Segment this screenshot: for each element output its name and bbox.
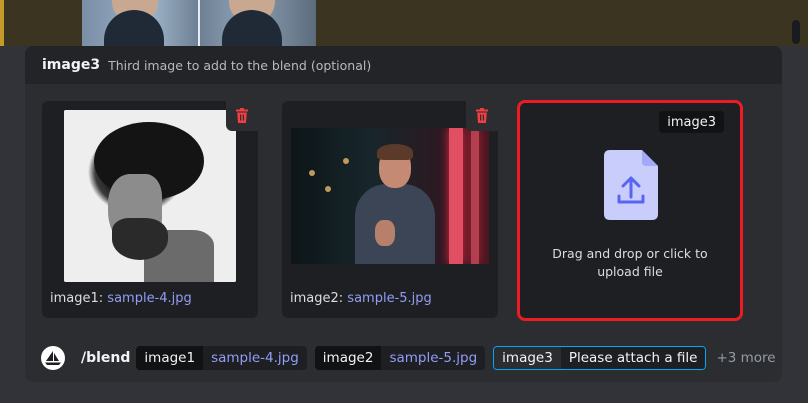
option-description: Third image to add to the blend (optiona… bbox=[108, 57, 372, 73]
option-name: image3 bbox=[42, 57, 101, 73]
sailboat-icon bbox=[45, 351, 61, 365]
upload-file-icon bbox=[604, 150, 658, 220]
option-value: sample-4.jpg bbox=[211, 350, 299, 366]
option-key: image3 bbox=[494, 347, 561, 369]
option-key: image1 bbox=[136, 346, 204, 370]
delete-attachment-button[interactable] bbox=[226, 101, 258, 131]
command-option-image2[interactable]: image2 sample-5.jpg bbox=[314, 346, 486, 370]
command-option-image1[interactable]: image1 sample-4.jpg bbox=[136, 346, 307, 370]
option-badge: image3 bbox=[659, 111, 724, 133]
delete-attachment-button[interactable] bbox=[466, 101, 498, 131]
bot-avatar bbox=[41, 346, 65, 370]
option-value: Please attach a file bbox=[560, 347, 706, 369]
option-popout: image3 Third image to add to the blend (… bbox=[25, 46, 782, 382]
trash-icon bbox=[476, 108, 488, 123]
command-option-image3[interactable]: image3 Please attach a file bbox=[493, 346, 707, 370]
blended-image-preview[interactable] bbox=[82, 0, 316, 46]
attachment-card-image2[interactable]: image2: sample-5.jpg bbox=[282, 101, 498, 318]
attachment-card-image1[interactable]: image1: sample-4.jpg bbox=[42, 101, 258, 318]
scrollbar-thumb[interactable] bbox=[792, 20, 800, 44]
option-header: image3 Third image to add to the blend (… bbox=[25, 46, 782, 84]
option-key: image2 bbox=[314, 346, 382, 370]
dropzone-instructions: Drag and drop or click to upload file bbox=[552, 246, 708, 279]
attachment-filename: sample-4.jpg bbox=[107, 291, 192, 306]
attachment-caption: image1: sample-4.jpg bbox=[50, 291, 192, 306]
message-attachment-strip bbox=[0, 0, 808, 46]
upload-dropzone[interactable]: image3 Drag and drop or click to upload … bbox=[517, 100, 743, 321]
trash-icon bbox=[236, 108, 248, 123]
attachment-filename: sample-5.jpg bbox=[347, 291, 432, 306]
attachment-label: image2: bbox=[290, 291, 344, 306]
mention-highlight-bar bbox=[0, 0, 4, 46]
option-value: sample-5.jpg bbox=[389, 350, 478, 366]
attachment-caption: image2: sample-5.jpg bbox=[290, 291, 432, 306]
attachment-thumbnail bbox=[291, 128, 489, 264]
slash-command-bar: /blend image1 sample-4.jpg image2 sample… bbox=[25, 333, 782, 383]
attachment-label: image1: bbox=[50, 291, 104, 306]
command-name: /blend bbox=[81, 350, 131, 366]
more-options-link[interactable]: +3 more bbox=[716, 350, 775, 366]
attachment-thumbnail bbox=[64, 110, 236, 282]
